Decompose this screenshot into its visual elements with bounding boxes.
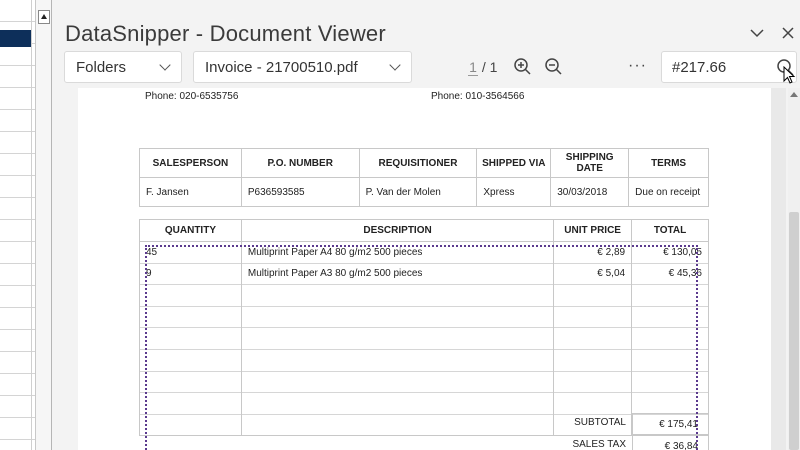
document-viewer-window: DataSnipper - Document Viewer Folders In…	[52, 0, 800, 450]
pane-splitter[interactable]	[36, 0, 52, 450]
document-area[interactable]: Phone: 020-6535756 Phone: 010-3564566 SA…	[78, 88, 786, 450]
scroll-up-icon[interactable]	[790, 92, 798, 97]
page-separator: /	[481, 59, 486, 75]
zoom-out-icon[interactable]	[544, 57, 564, 77]
order-info-table: SALESPERSON P.O. NUMBER REQUISITIONER SH…	[139, 148, 709, 207]
page-current-input[interactable]: 1	[468, 59, 478, 76]
phone-left: Phone: 020-6535756	[145, 91, 239, 102]
page-total: 1	[489, 59, 498, 75]
search-input[interactable]	[672, 59, 772, 76]
document-page: Phone: 020-6535756 Phone: 010-3564566 SA…	[78, 88, 771, 450]
file-dropdown[interactable]: Invoice - 21700510.pdf	[193, 51, 412, 83]
header-quantity: QUANTITY	[139, 219, 242, 242]
snip-selection-box[interactable]	[145, 245, 698, 450]
selected-cell[interactable]	[0, 30, 31, 47]
collapse-arrow-icon[interactable]	[38, 10, 50, 24]
spreadsheet-grid[interactable]	[0, 0, 36, 450]
column-divider	[31, 0, 32, 450]
search-box[interactable]	[661, 51, 797, 83]
scrollbar-thumb[interactable]	[789, 212, 799, 450]
zoom-in-icon[interactable]	[513, 57, 533, 77]
collapse-chevron-icon[interactable]	[748, 24, 766, 42]
chevron-down-icon	[159, 59, 171, 71]
header-shipping-date: SHIPPING DATE	[550, 148, 630, 178]
cell-shipping-date: 30/03/2018	[550, 177, 630, 207]
header-shipped-via: SHIPPED VIA	[476, 148, 552, 178]
folders-dropdown[interactable]: Folders	[64, 51, 182, 83]
chevron-down-icon	[389, 59, 401, 71]
folders-dropdown-label: Folders	[76, 59, 127, 76]
mouse-cursor-icon	[783, 66, 796, 84]
cell-salesperson: F. Jansen	[139, 177, 242, 207]
header-total: TOTAL	[631, 219, 709, 242]
cell-requisitioner: P. Van der Molen	[358, 177, 478, 207]
header-requisitioner: REQUISITIONER	[358, 148, 478, 178]
header-terms: TERMS	[628, 148, 709, 178]
file-dropdown-label: Invoice - 21700510.pdf	[205, 59, 358, 76]
window-title: DataSnipper - Document Viewer	[65, 21, 386, 46]
phone-right: Phone: 010-3564566	[431, 91, 525, 102]
page-indicator: 1 / 1	[468, 59, 497, 76]
cell-po-number: P636593585	[240, 177, 360, 207]
header-po-number: P.O. NUMBER	[240, 148, 360, 178]
more-options-icon[interactable]: ···	[628, 57, 647, 75]
cell-terms: Due on receipt	[628, 177, 709, 207]
header-unit-price: UNIT PRICE	[553, 219, 633, 242]
header-description: DESCRIPTION	[240, 219, 555, 242]
header-salesperson: SALESPERSON	[139, 148, 242, 178]
cell-shipped-via: Xpress	[476, 177, 552, 207]
close-icon[interactable]	[779, 24, 797, 42]
